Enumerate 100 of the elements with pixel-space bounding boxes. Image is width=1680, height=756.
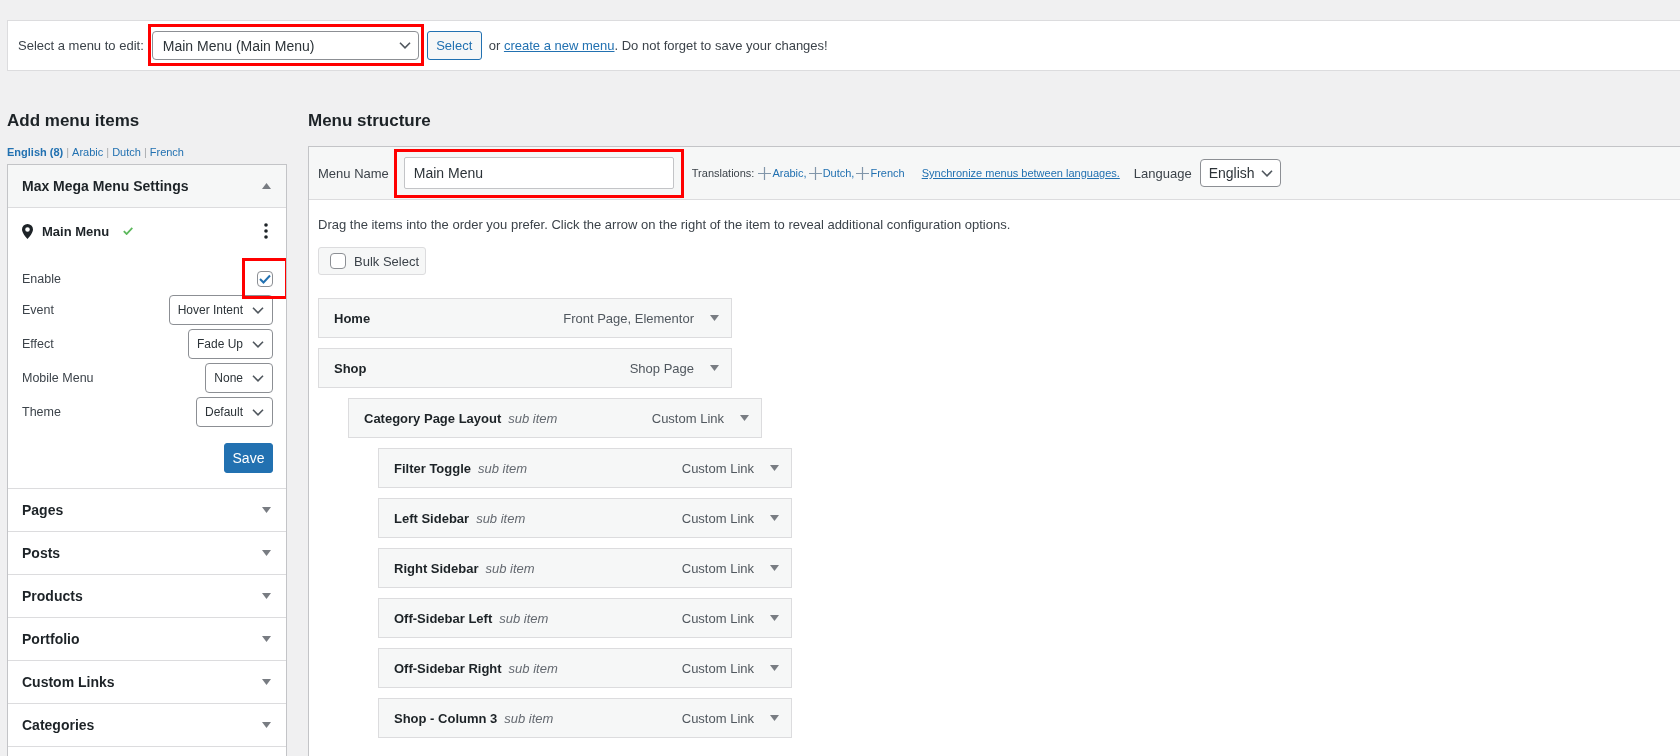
menu-item-title: Off-Sidebar Right <box>394 660 502 676</box>
instructions-text: Drag the items into the order you prefer. Click the arrow on the right of the item to reveal additional configuration options. <box>318 216 1012 234</box>
section-heading: Menu structure <box>308 110 432 132</box>
caret-down-icon[interactable] <box>770 565 779 571</box>
menu-item-note: sub item <box>476 510 526 526</box>
language-filter-link[interactable]: English (8) <box>7 146 64 158</box>
menu-item-bar[interactable]: Left Sidebar sub item Custom Link <box>378 498 792 538</box>
caret-down-icon[interactable] <box>770 715 779 721</box>
setting-label: Effect <box>22 337 54 351</box>
menu-item-type: Front Page, Elementor <box>563 310 694 326</box>
caret-down-icon[interactable] <box>262 593 271 599</box>
menu-item-title: Shop <box>334 360 367 376</box>
setting-select[interactable]: Fade Up <box>187 329 273 359</box>
menu-item-bar[interactable]: Off-Sidebar Left sub item Custom Link <box>378 598 792 638</box>
translation-link[interactable]: French <box>856 166 905 180</box>
select-button[interactable]: Select <box>426 31 482 60</box>
caret-down-icon[interactable] <box>262 636 271 642</box>
menu-item-bar[interactable]: Shop Shop Page <box>318 348 732 388</box>
setting-select[interactable]: Hover Intent <box>168 295 273 325</box>
caret-down-icon[interactable] <box>770 465 779 471</box>
caret-down-icon[interactable] <box>262 679 271 685</box>
plus-icon <box>856 166 870 180</box>
caret-down-icon[interactable] <box>740 415 749 421</box>
caret-down-icon[interactable] <box>770 515 779 521</box>
link-separator: | <box>66 146 70 158</box>
language-label: Language <box>1133 165 1192 181</box>
menu-item-type: Custom Link <box>681 610 754 626</box>
language-filter-link[interactable]: Arabic <box>72 146 104 158</box>
setting-select[interactable]: Default <box>195 397 273 427</box>
chevron-down-icon <box>252 374 264 382</box>
menu-item-type: Custom Link <box>681 560 754 576</box>
menu-item-title: Category Page Layout <box>364 410 502 426</box>
language-filter-link[interactable]: Dutch <box>112 146 141 158</box>
menu-item-title: Shop - Column 3 <box>394 710 498 726</box>
setting-select[interactable]: None <box>205 363 273 393</box>
setting-label: Mobile Menu <box>22 371 94 385</box>
menu-item-note: sub item <box>499 610 549 626</box>
link-separator: | <box>106 146 110 158</box>
menu-item-bar[interactable]: Home Front Page, Elementor <box>318 298 732 338</box>
save-button[interactable]: Save <box>224 443 273 473</box>
caret-down-icon[interactable] <box>770 665 779 671</box>
menu-item-type: Custom Link <box>681 460 754 476</box>
menu-select-label: Select a menu to edit: <box>18 38 144 53</box>
caret-down-icon[interactable] <box>262 722 271 728</box>
save-reminder-text: or create a new menu. Do not forget to save your changes! <box>488 38 828 53</box>
bulk-select-checkbox[interactable] <box>330 253 346 269</box>
create-menu-link[interactable]: create a new menu <box>503 38 615 53</box>
menu-item-bar[interactable]: Category Page Layout sub item Custom Link <box>348 398 762 438</box>
language-filter-link[interactable]: French <box>149 146 184 158</box>
language-select[interactable]: English <box>1199 159 1281 187</box>
menu-item-title: Home <box>334 310 371 326</box>
menu-item-title: Right Sidebar <box>394 560 479 576</box>
menu-item-title: Left Sidebar <box>394 510 470 526</box>
caret-down-icon[interactable] <box>710 315 719 321</box>
section-heading: Add menu items <box>7 110 141 132</box>
menu-item-bar[interactable]: Right Sidebar sub item Custom Link <box>378 548 792 588</box>
more-icon[interactable] <box>264 223 268 239</box>
chevron-down-icon <box>252 408 264 416</box>
setting-label: Enable <box>22 271 61 286</box>
translations-label: Translations: <box>691 167 755 179</box>
caret-down-icon[interactable] <box>770 615 779 621</box>
menu-item-type: Custom Link <box>651 410 724 426</box>
menu-item-bar[interactable]: Off-Sidebar Right sub item Custom Link <box>378 648 792 688</box>
translation-link[interactable]: Dutch, <box>808 166 855 180</box>
bulk-select-button[interactable]: Bulk Select <box>318 247 426 275</box>
menu-item-type: Custom Link <box>681 710 754 726</box>
link-separator: | <box>143 146 147 158</box>
menu-name-field[interactable]: Main Menu <box>403 157 674 189</box>
menu-item-note: sub item <box>504 710 554 726</box>
sync-menus-link[interactable]: Synchronize menus between languages. <box>921 167 1120 179</box>
menu-item-note: sub item <box>478 460 528 476</box>
chevron-down-icon <box>398 42 411 49</box>
menu-item-note: sub item <box>508 410 558 426</box>
setting-label: Theme <box>22 405 61 419</box>
plus-icon <box>808 166 822 180</box>
caret-down-icon[interactable] <box>710 365 719 371</box>
menu-item-note: sub item <box>508 660 558 676</box>
chevron-down-icon <box>252 306 264 314</box>
menu-location-name: Main Menu <box>42 223 110 239</box>
menu-item-bar[interactable]: Filter Toggle sub item Custom Link <box>378 448 792 488</box>
chevron-down-icon <box>252 340 264 348</box>
menu-select[interactable]: Main Menu (Main Menu) <box>151 31 419 60</box>
caret-down-icon[interactable] <box>262 550 271 556</box>
menu-item-note: sub item <box>485 560 535 576</box>
menu-item-title: Filter Toggle <box>394 460 472 476</box>
caret-up-icon[interactable] <box>262 183 271 189</box>
check-icon <box>123 227 134 235</box>
setting-checkbox[interactable] <box>257 270 273 287</box>
plus-icon <box>758 166 772 180</box>
setting-label: Event <box>22 303 54 317</box>
accordion-header[interactable]: Categories <box>8 703 286 747</box>
menu-item-type: Custom Link <box>681 510 754 526</box>
chevron-down-icon <box>1260 169 1273 177</box>
accordion-header[interactable]: Max Mega Menu Settings <box>8 165 286 208</box>
menu-name-label: Menu Name <box>318 165 389 181</box>
translation-link[interactable]: Arabic, <box>758 166 807 180</box>
caret-down-icon[interactable] <box>262 507 271 513</box>
menu-item-bar[interactable]: Shop - Column 3 sub item Custom Link <box>378 698 792 738</box>
menu-item-title: Off-Sidebar Left <box>394 610 493 626</box>
menu-item-type: Custom Link <box>681 660 754 676</box>
